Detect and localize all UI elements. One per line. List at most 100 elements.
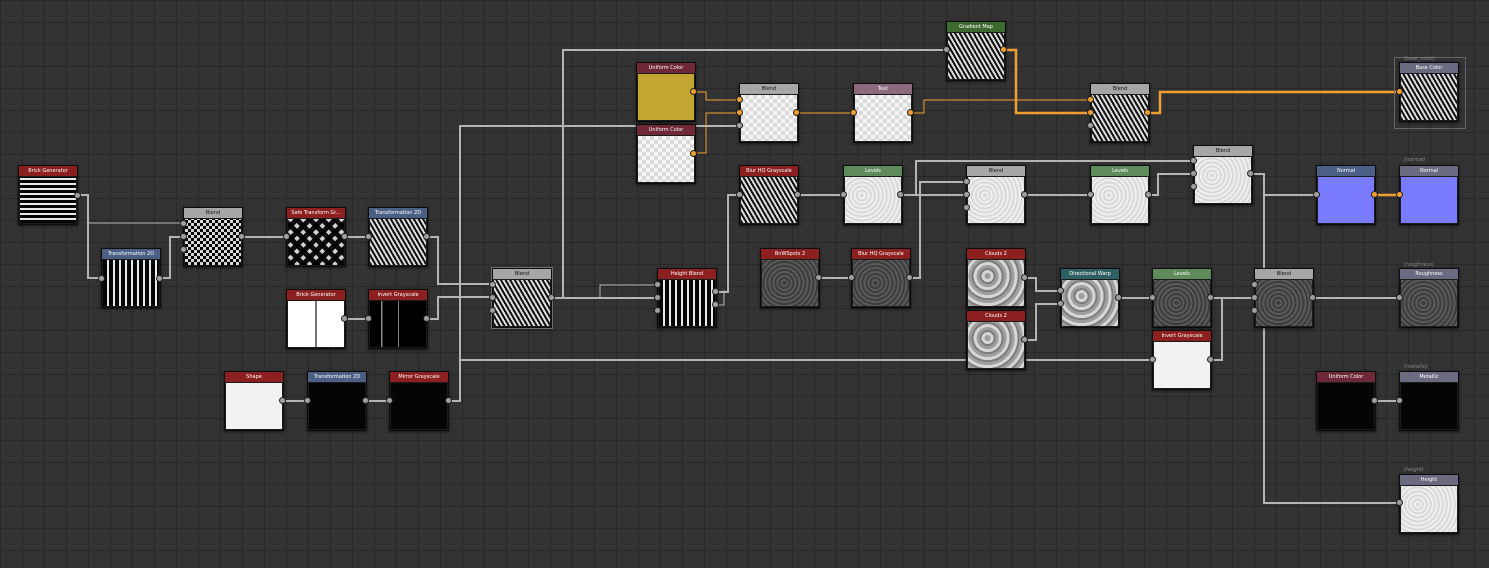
- output-pin[interactable]: [906, 274, 913, 281]
- output-pin[interactable]: [74, 192, 81, 199]
- node-clouds-2-b[interactable]: Clouds 2: [966, 310, 1026, 370]
- input-pin[interactable]: [1087, 109, 1094, 116]
- output-base-color[interactable]: Base Color: [1399, 62, 1459, 122]
- output-pin[interactable]: [1309, 294, 1316, 301]
- node-uniform-color-3[interactable]: Uniform Color: [1316, 371, 1376, 431]
- output-pin[interactable]: [712, 288, 719, 295]
- node-safe-transform[interactable]: Safe Transform Gr...: [286, 207, 346, 267]
- node-uniform-color-2[interactable]: Uniform Color: [636, 124, 696, 184]
- input-pin[interactable]: [1251, 281, 1258, 288]
- output-pin[interactable]: [690, 150, 697, 157]
- output-pin[interactable]: [907, 109, 914, 116]
- node-blend-6[interactable]: Blend: [1193, 145, 1253, 205]
- input-pin[interactable]: [963, 178, 970, 185]
- output-pin[interactable]: [548, 294, 555, 301]
- output-pin[interactable]: [1247, 170, 1254, 177]
- input-pin[interactable]: [736, 122, 743, 129]
- input-pin[interactable]: [943, 46, 950, 53]
- output-pin[interactable]: [794, 191, 801, 198]
- node-invert-grayscale-1[interactable]: Invert Grayscale: [368, 289, 428, 349]
- output-metallic[interactable]: Metallic: [1399, 371, 1459, 431]
- node-mirror-grayscale[interactable]: Mirror Grayscale: [389, 371, 449, 431]
- output-pin[interactable]: [1145, 191, 1152, 198]
- input-pin[interactable]: [1149, 356, 1156, 363]
- node-transformation-2d-3[interactable]: Transformation 2D: [307, 371, 367, 431]
- input-pin[interactable]: [1190, 157, 1197, 164]
- output-normal[interactable]: Normal: [1399, 165, 1459, 225]
- input-pin[interactable]: [1057, 300, 1064, 307]
- input-pin[interactable]: [736, 96, 743, 103]
- input-pin[interactable]: [848, 274, 855, 281]
- node-text[interactable]: Text: [853, 83, 913, 143]
- input-pin[interactable]: [1057, 287, 1064, 294]
- input-pin[interactable]: [1396, 294, 1403, 301]
- input-pin[interactable]: [489, 294, 496, 301]
- input-pin[interactable]: [1396, 88, 1403, 95]
- output-pin[interactable]: [1000, 46, 1007, 53]
- output-pin[interactable]: [1371, 397, 1378, 404]
- node-blend-1[interactable]: Blend: [183, 207, 243, 267]
- node-blend-3[interactable]: Blend: [739, 83, 799, 143]
- node-brick-generator-1[interactable]: Brick Generator: [18, 165, 78, 225]
- output-pin[interactable]: [1021, 336, 1028, 343]
- node-clouds-2-a[interactable]: Clouds 2: [966, 248, 1026, 308]
- output-pin[interactable]: [690, 88, 697, 95]
- node-bnwspots-2[interactable]: BnWSpots 2: [760, 248, 820, 308]
- output-pin[interactable]: [1021, 191, 1028, 198]
- output-pin[interactable]: [156, 275, 163, 282]
- output-height[interactable]: Height: [1399, 474, 1459, 534]
- input-pin[interactable]: [1396, 397, 1403, 404]
- input-pin[interactable]: [180, 246, 187, 253]
- output-pin[interactable]: [362, 397, 369, 404]
- node-transformation-2d-2[interactable]: Transformation 2D: [368, 207, 428, 267]
- input-pin[interactable]: [654, 281, 661, 288]
- output-pin[interactable]: [1207, 294, 1214, 301]
- output-pin[interactable]: [445, 397, 452, 404]
- input-pin[interactable]: [1087, 122, 1094, 129]
- input-pin[interactable]: [180, 220, 187, 227]
- node-shape[interactable]: Shape: [224, 371, 284, 431]
- input-pin[interactable]: [1190, 170, 1197, 177]
- input-pin[interactable]: [1313, 191, 1320, 198]
- input-pin[interactable]: [840, 191, 847, 198]
- input-pin[interactable]: [1251, 294, 1258, 301]
- node-transformation-2d-1[interactable]: Transformation 2D: [101, 248, 161, 308]
- node-levels-2[interactable]: Levels: [1090, 165, 1150, 225]
- node-invert-grayscale-2[interactable]: Invert Grayscale: [1152, 330, 1212, 390]
- input-pin[interactable]: [283, 233, 290, 240]
- node-uniform-color-1[interactable]: Uniform Color: [636, 62, 696, 122]
- output-pin[interactable]: [1115, 294, 1122, 301]
- output-pin[interactable]: [238, 233, 245, 240]
- output-pin[interactable]: [712, 301, 719, 308]
- node-blend-7[interactable]: Blend: [1254, 268, 1314, 328]
- node-blur-hq-grayscale-1[interactable]: Blur HQ Grayscale: [739, 165, 799, 225]
- output-pin[interactable]: [423, 315, 430, 322]
- input-pin[interactable]: [365, 315, 372, 322]
- input-pin[interactable]: [963, 191, 970, 198]
- input-pin[interactable]: [304, 397, 311, 404]
- node-directional-warp[interactable]: Directional Warp: [1060, 268, 1120, 328]
- output-pin[interactable]: [1207, 356, 1214, 363]
- input-pin[interactable]: [1087, 96, 1094, 103]
- node-levels-1[interactable]: Levels: [843, 165, 903, 225]
- node-gradient-map[interactable]: Gradient Map: [946, 21, 1006, 81]
- output-pin[interactable]: [793, 109, 800, 116]
- input-pin[interactable]: [736, 109, 743, 116]
- input-pin[interactable]: [386, 397, 393, 404]
- input-pin[interactable]: [1190, 183, 1197, 190]
- input-pin[interactable]: [1396, 191, 1403, 198]
- input-pin[interactable]: [1087, 191, 1094, 198]
- output-pin[interactable]: [341, 233, 348, 240]
- input-pin[interactable]: [1251, 307, 1258, 314]
- input-pin[interactable]: [654, 294, 661, 301]
- node-levels-3[interactable]: Levels: [1152, 268, 1212, 328]
- input-pin[interactable]: [654, 307, 661, 314]
- output-roughness[interactable]: Roughness: [1399, 268, 1459, 328]
- output-pin[interactable]: [815, 274, 822, 281]
- input-pin[interactable]: [1149, 294, 1156, 301]
- node-blur-hq-grayscale-2[interactable]: Blur HQ Grayscale: [851, 248, 911, 308]
- input-pin[interactable]: [1396, 499, 1403, 506]
- output-pin[interactable]: [279, 397, 286, 404]
- input-pin[interactable]: [365, 233, 372, 240]
- output-pin[interactable]: [897, 191, 904, 198]
